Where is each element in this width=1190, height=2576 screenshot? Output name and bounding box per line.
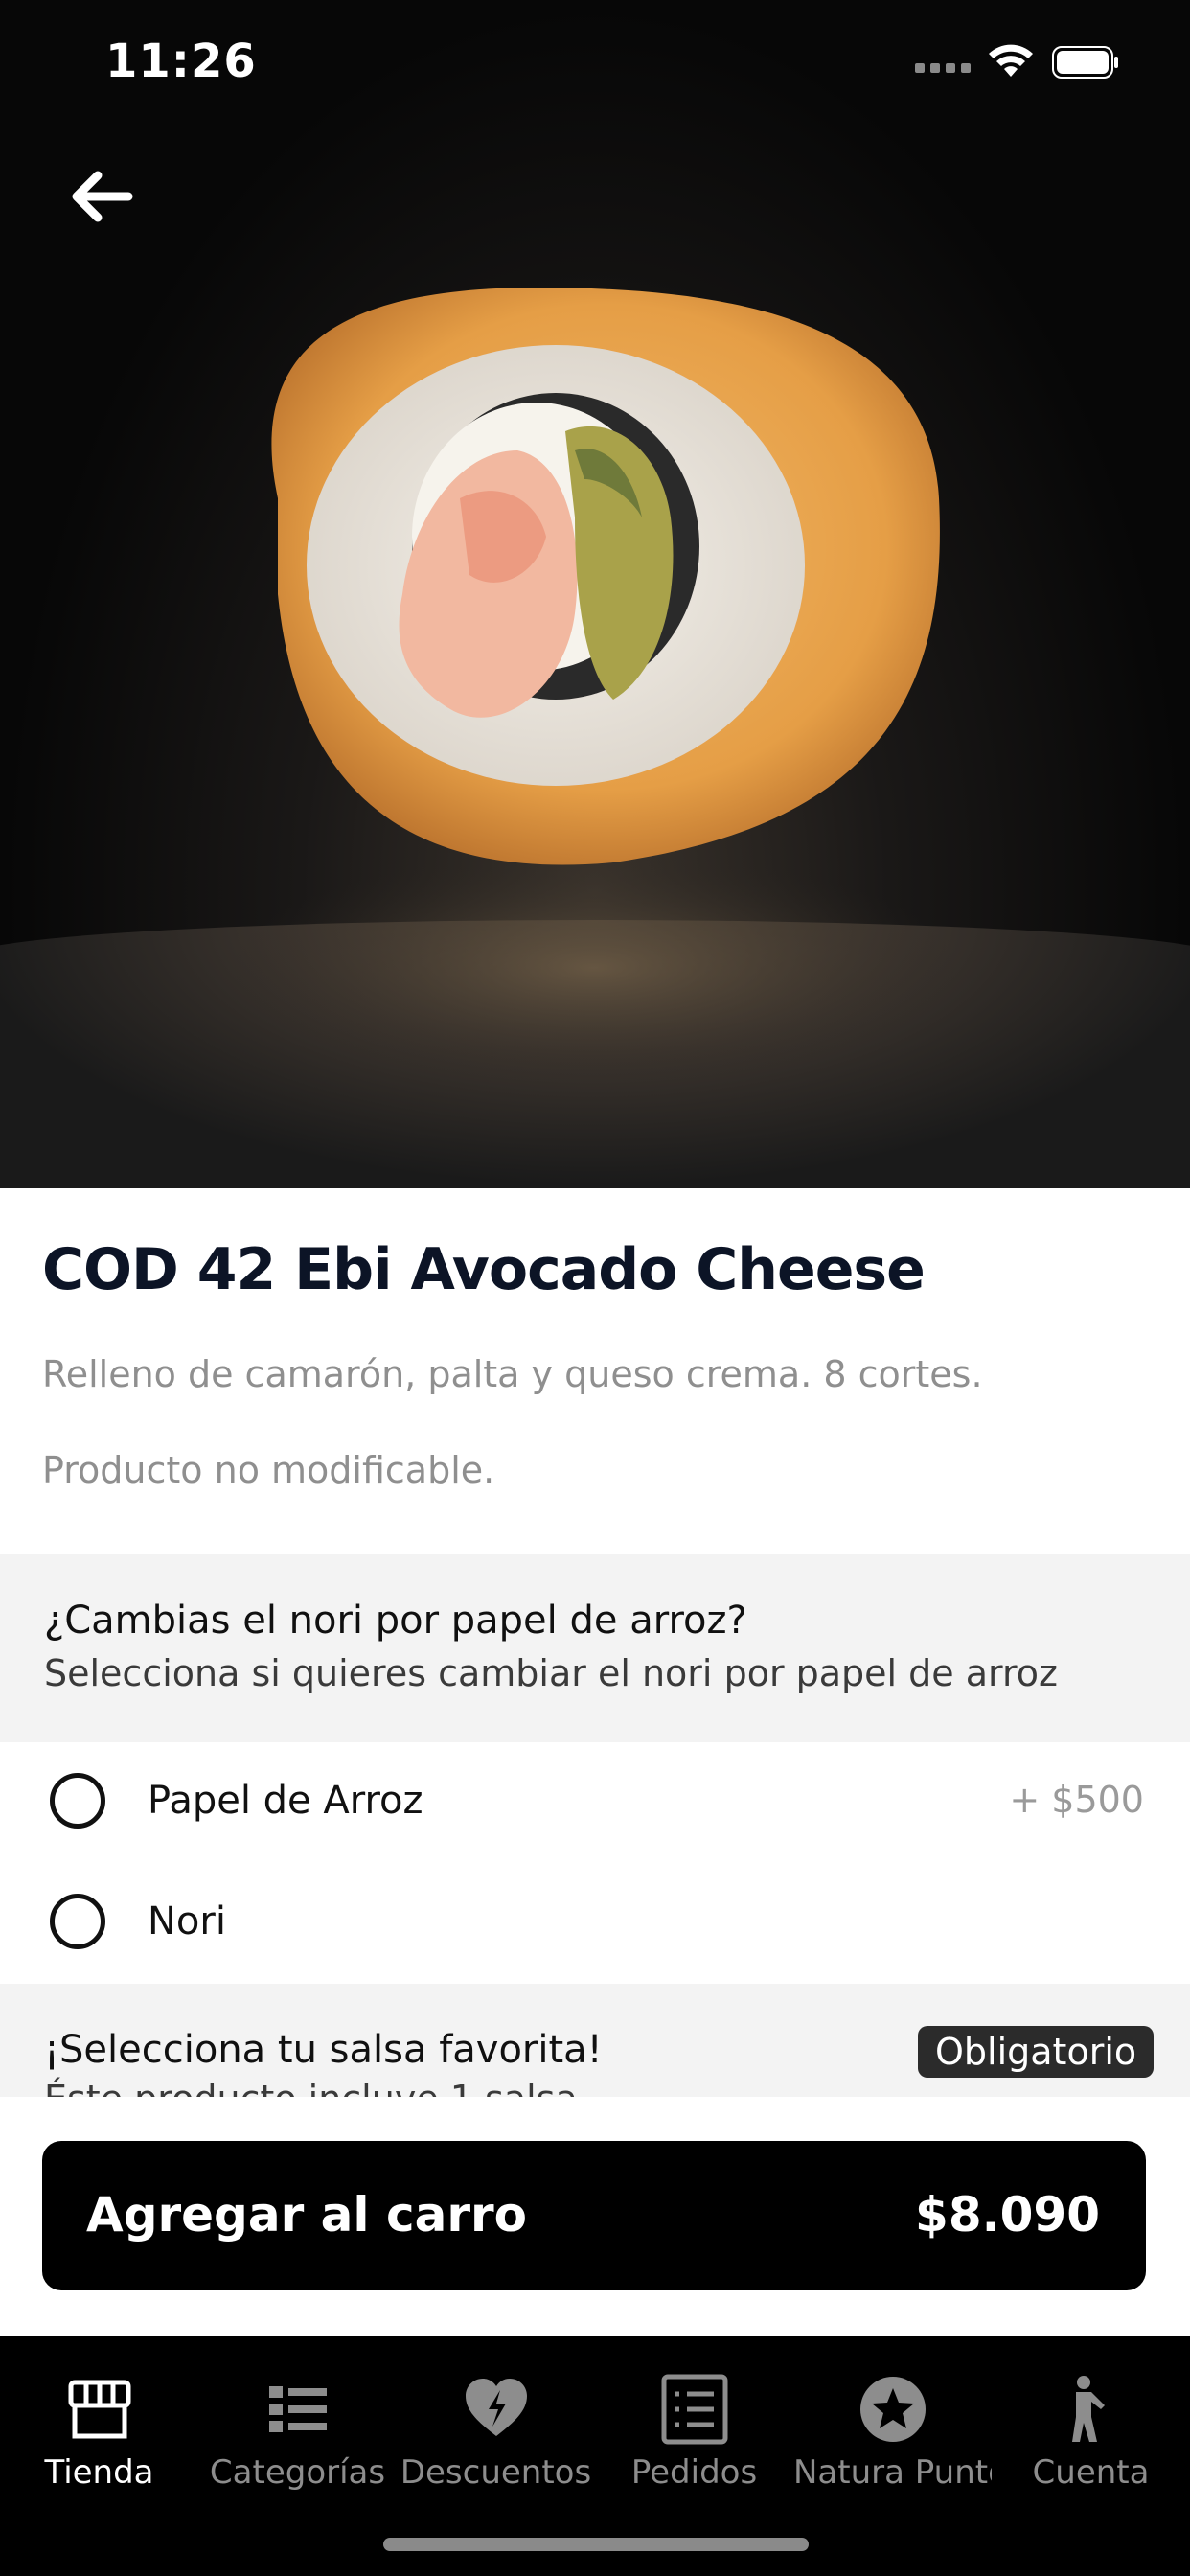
option-label: Nori — [148, 1899, 226, 1944]
option-papel-de-arroz[interactable]: Papel de Arroz + $500 — [0, 1744, 1190, 1859]
tab-label: Natura Puntos — [793, 2453, 992, 2492]
tab-descuentos[interactable]: Descuentos — [397, 2336, 595, 2518]
nori-section-subtitle: Selecciona si quieres cambiar el nori po… — [44, 1652, 1058, 1694]
battery-icon — [1052, 46, 1118, 79]
nori-section-header — [0, 1554, 1190, 1742]
product-title: COD 42 Ebi Avocado Cheese — [42, 1236, 926, 1303]
wifi-icon — [989, 44, 1033, 77]
categories-icon — [268, 2386, 327, 2432]
star-points-icon — [859, 2377, 926, 2442]
tab-label: Pedidos — [630, 2453, 758, 2492]
home-indicator — [383, 2538, 809, 2551]
tab-tienda[interactable]: Tienda — [0, 2336, 198, 2518]
product-note: Producto no modificable. — [42, 1449, 495, 1491]
orders-list-icon — [661, 2374, 727, 2445]
option-label: Papel de Arroz — [148, 1779, 423, 1823]
store-icon — [68, 2380, 130, 2439]
add-to-cart-button[interactable]: Agregar al carro $8.090 — [42, 2141, 1146, 2290]
option-price: + $500 — [1009, 1779, 1144, 1821]
product-image — [0, 0, 1190, 1188]
tab-pedidos[interactable]: Pedidos — [595, 2336, 793, 2518]
discount-heart-icon — [465, 2379, 527, 2436]
option-nori[interactable]: Nori — [0, 1865, 1190, 1980]
tab-categorias[interactable]: Categorías — [198, 2336, 397, 2518]
status-time: 11:26 — [105, 34, 257, 88]
tab-label: Tienda — [44, 2453, 154, 2492]
sushi-roll-illustration — [230, 288, 958, 1083]
status-bar: 11:26 — [0, 0, 1190, 134]
tab-cuenta[interactable]: Cuenta — [992, 2336, 1190, 2518]
add-to-cart-price: $8.090 — [915, 2187, 1100, 2242]
product-description: Relleno de camarón, palta y queso crema.… — [42, 1353, 983, 1395]
tab-natura-puntos[interactable]: Natura Puntos — [793, 2336, 992, 2518]
required-badge: Obligatorio — [918, 2026, 1155, 2078]
salsa-section-title: ¡Selecciona tu salsa favorita! — [44, 2028, 603, 2072]
radio-button[interactable] — [50, 1894, 105, 1949]
radio-button[interactable] — [50, 1773, 105, 1828]
back-arrow-icon[interactable] — [61, 158, 138, 235]
tab-label: Cuenta — [1032, 2453, 1150, 2492]
tab-label: Descuentos — [400, 2453, 592, 2492]
account-person-icon — [1071, 2376, 1105, 2442]
nori-section-title: ¿Cambias el nori por papel de arroz? — [44, 1598, 747, 1643]
cellular-signal-icon — [915, 63, 973, 77]
add-to-cart-label: Agregar al carro — [86, 2187, 527, 2242]
tab-label: Categorías — [209, 2453, 386, 2492]
